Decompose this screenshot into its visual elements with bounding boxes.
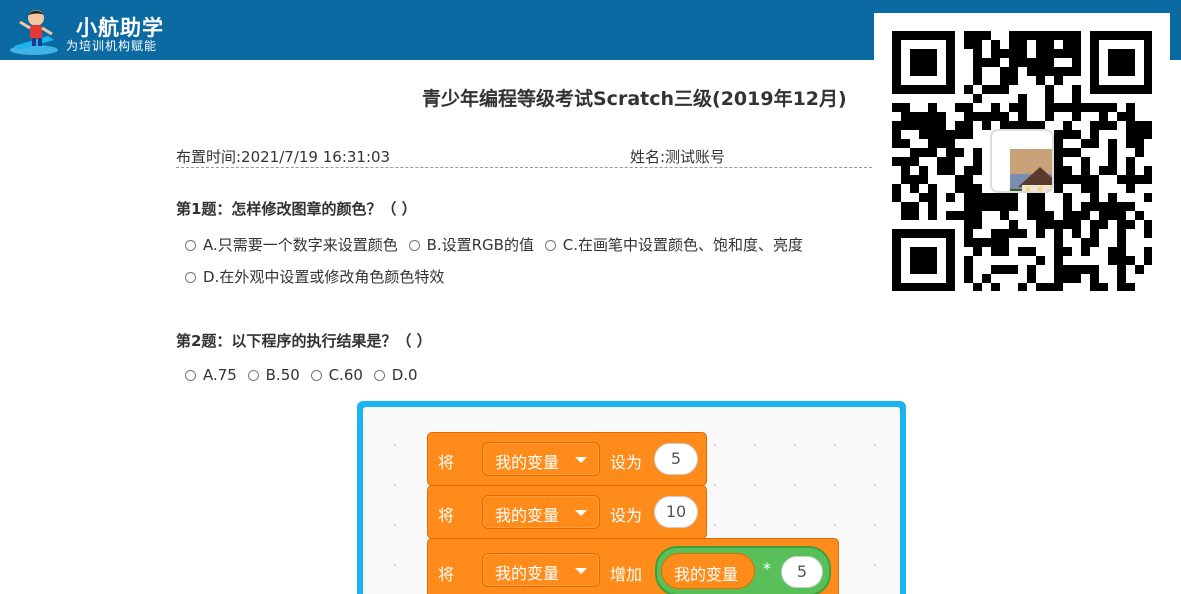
radio-icon[interactable] <box>247 370 259 381</box>
question-2-option-c[interactable]: C.60 <box>310 366 363 384</box>
variable-dropdown[interactable]: 我的变量 <box>482 442 600 476</box>
block-verb: 将 <box>438 565 455 584</box>
mascot-icon <box>10 10 58 55</box>
house-photo-icon <box>1010 149 1052 191</box>
chevron-down-icon <box>575 510 587 516</box>
qr-code <box>874 13 1170 309</box>
radio-icon[interactable] <box>408 240 420 251</box>
radio-icon[interactable] <box>185 272 196 283</box>
question-1-option-d[interactable]: D.在外观中设置或修改角色颜色特效 <box>185 266 444 287</box>
radio-icon[interactable] <box>373 370 385 381</box>
question-2-title: 第2题：以下程序的执行结果是？（ ） <box>176 332 432 350</box>
radio-icon[interactable] <box>544 240 556 251</box>
block-action: 设为 <box>610 453 643 472</box>
variable-dropdown[interactable]: 我的变量 <box>482 553 600 587</box>
question-1-option-b[interactable]: B.设置RGB的值 <box>408 234 534 255</box>
block-action: 设为 <box>610 506 643 525</box>
operator-symbol: * <box>763 559 771 578</box>
radio-icon[interactable] <box>185 370 196 381</box>
block-action: 增加 <box>610 565 643 584</box>
multiply-operator: 我的变量 * 5 <box>655 546 831 594</box>
scratch-code-image: 将 我的变量 设为 5 将 我的变量 设为 10 将 我的变量 增加 我的变量 … <box>357 401 906 594</box>
radio-icon[interactable] <box>310 370 322 381</box>
variable-reporter[interactable]: 我的变量 <box>661 553 755 589</box>
set-variable-block: 将 我的变量 设为 5 <box>427 432 707 486</box>
scratch-canvas: 将 我的变量 设为 5 将 我的变量 设为 10 将 我的变量 增加 我的变量 … <box>363 407 900 594</box>
block-verb: 将 <box>438 506 455 525</box>
change-variable-block: 将 我的变量 增加 我的变量 * 5 <box>427 538 839 594</box>
question-1-title: 第1题：怎样修改图章的颜色？（ ） <box>176 200 417 218</box>
brand-logo[interactable]: 小航助学 为培训机构赋能 <box>8 6 168 56</box>
question-1-option-a[interactable]: A.只需要一个数字来设置颜色 <box>185 234 398 255</box>
question-2-option-b[interactable]: B.50 <box>247 366 300 384</box>
chevron-down-icon <box>575 568 587 574</box>
block-verb: 将 <box>438 453 455 472</box>
value-input[interactable]: 5 <box>654 443 698 475</box>
student-name: 姓名:测试账号 <box>630 148 726 166</box>
variable-dropdown[interactable]: 我的变量 <box>482 495 600 529</box>
exam-title: 青少年编程等级考试Scratch三级(2019年12月) <box>422 88 847 110</box>
chevron-down-icon <box>575 457 587 463</box>
question-2-option-a[interactable]: A.75 <box>185 366 237 384</box>
value-input[interactable]: 10 <box>654 496 698 528</box>
exam-meta: 布置时间:2021/7/19 16:31:03 姓名:测试账号 <box>176 145 872 168</box>
question-1-options-row-2: D.在外观中设置或修改角色颜色特效 <box>185 266 450 287</box>
question-2-option-d[interactable]: D.0 <box>373 366 418 384</box>
question-1-option-c[interactable]: C.在画笔中设置颜色、饱和度、亮度 <box>544 234 803 255</box>
brand-subtitle: 为培训机构赋能 <box>66 39 158 53</box>
question-1-options-row-1: A.只需要一个数字来设置颜色 B.设置RGB的值 C.在画笔中设置颜色、饱和度、… <box>185 234 809 255</box>
assigned-time: 布置时间:2021/7/19 16:31:03 <box>176 148 391 166</box>
value-input[interactable]: 5 <box>781 556 823 588</box>
question-2-options: A.75 B.50 C.60 D.0 <box>185 366 424 384</box>
set-variable-block: 将 我的变量 设为 10 <box>427 485 707 539</box>
qr-center-photo <box>990 129 1054 193</box>
radio-icon[interactable] <box>185 240 196 251</box>
